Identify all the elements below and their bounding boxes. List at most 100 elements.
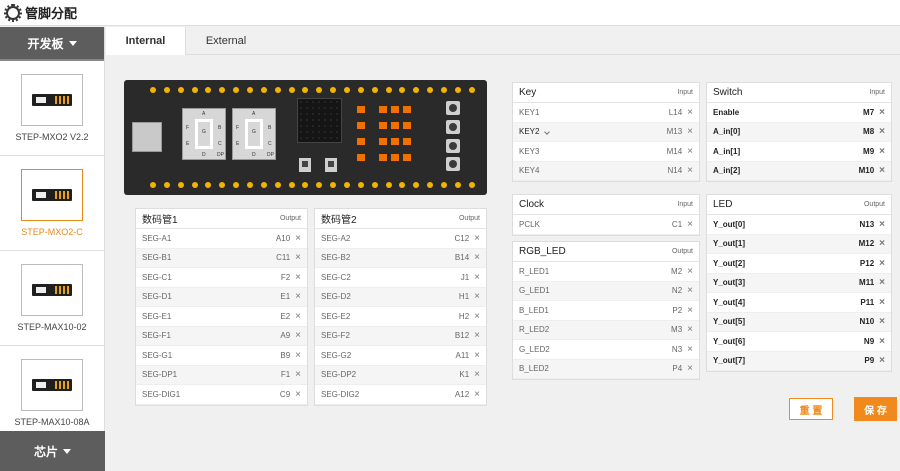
pin-row[interactable]: B_LED1 P2 ×	[513, 301, 699, 321]
pin-row[interactable]: A_in[0] M8 ×	[707, 122, 891, 142]
seven-segment-1[interactable]: A F G B E C D DP	[182, 108, 226, 160]
board-led[interactable]	[403, 154, 411, 161]
remove-icon[interactable]: ×	[295, 311, 301, 322]
remove-icon[interactable]: ×	[474, 330, 480, 341]
pin-row[interactable]: KEY1 L14 ×	[513, 103, 699, 123]
pin-row[interactable]: SEG-C1 F2 ×	[136, 268, 307, 288]
pin-row[interactable]: KEY3 M14 ×	[513, 142, 699, 162]
remove-icon[interactable]: ×	[474, 233, 480, 244]
remove-icon[interactable]: ×	[474, 252, 480, 263]
remove-icon[interactable]: ×	[295, 291, 301, 302]
remove-icon[interactable]: ×	[687, 146, 693, 157]
pin-row[interactable]: SEG-C2 J1 ×	[315, 268, 486, 288]
remove-icon[interactable]: ×	[879, 165, 885, 176]
pin-row[interactable]: Y_out[6] N9 ×	[707, 332, 891, 352]
remove-icon[interactable]: ×	[687, 219, 693, 230]
tab-internal[interactable]: Internal	[106, 27, 186, 55]
pin-row[interactable]: A_in[1] M9 ×	[707, 142, 891, 162]
remove-icon[interactable]: ×	[295, 252, 301, 263]
remove-icon[interactable]: ×	[295, 330, 301, 341]
pin-row[interactable]: Y_out[5] N10 ×	[707, 312, 891, 332]
remove-icon[interactable]: ×	[295, 233, 301, 244]
board-led[interactable]	[357, 138, 365, 145]
remove-icon[interactable]: ×	[474, 389, 480, 400]
remove-icon[interactable]: ×	[687, 363, 693, 374]
pin-row[interactable]: SEG-B2 B14 ×	[315, 248, 486, 268]
pin-row[interactable]: KEY2 M13 ×	[513, 122, 699, 142]
remove-icon[interactable]: ×	[687, 285, 693, 296]
pin-row[interactable]: SEG-E1 E2 ×	[136, 307, 307, 327]
remove-icon[interactable]: ×	[879, 107, 885, 118]
pin-row[interactable]: SEG-G1 B9 ×	[136, 346, 307, 366]
board-key-1[interactable]	[446, 101, 460, 115]
board-led[interactable]	[403, 106, 411, 113]
remove-icon[interactable]: ×	[687, 305, 693, 316]
remove-icon[interactable]: ×	[295, 350, 301, 361]
remove-icon[interactable]: ×	[295, 369, 301, 380]
board-led[interactable]	[357, 154, 365, 161]
remove-icon[interactable]: ×	[295, 272, 301, 283]
pin-row[interactable]: Y_out[1] M12 ×	[707, 234, 891, 254]
pin-row[interactable]: PCLK C1 ×	[513, 215, 699, 235]
remove-icon[interactable]: ×	[474, 272, 480, 283]
pin-row[interactable]: KEY4 N14 ×	[513, 161, 699, 181]
remove-icon[interactable]: ×	[474, 311, 480, 322]
pin-row[interactable]: G_LED1 N2 ×	[513, 281, 699, 301]
pin-row[interactable]: R_LED1 M2 ×	[513, 262, 699, 282]
board-led[interactable]	[357, 122, 365, 129]
save-button[interactable]: 保 存	[854, 397, 897, 421]
board-led[interactable]	[391, 122, 399, 129]
pin-row[interactable]: SEG-D2 H1 ×	[315, 287, 486, 307]
reset-button[interactable]: 重 置	[789, 398, 833, 420]
remove-icon[interactable]: ×	[879, 258, 885, 269]
board-key-3[interactable]	[446, 139, 460, 153]
board-led[interactable]	[379, 122, 387, 129]
remove-icon[interactable]: ×	[879, 355, 885, 366]
remove-icon[interactable]: ×	[474, 369, 480, 380]
pin-row[interactable]: SEG-F2 B12 ×	[315, 326, 486, 346]
board-key-2[interactable]	[446, 120, 460, 134]
pin-row[interactable]: SEG-F1 A9 ×	[136, 326, 307, 346]
board-led[interactable]	[379, 106, 387, 113]
remove-icon[interactable]: ×	[474, 350, 480, 361]
board-led[interactable]	[391, 154, 399, 161]
chip-category-dropdown[interactable]: 芯片	[0, 431, 105, 471]
board-led[interactable]	[391, 106, 399, 113]
rgb-led-2[interactable]	[325, 158, 337, 172]
board-led[interactable]	[403, 138, 411, 145]
remove-icon[interactable]: ×	[879, 238, 885, 249]
pin-row[interactable]: SEG-G2 A11 ×	[315, 346, 486, 366]
rgb-led-1[interactable]	[299, 158, 311, 172]
board-led[interactable]	[391, 138, 399, 145]
pin-row[interactable]: Y_out[7] P9 ×	[707, 351, 891, 371]
remove-icon[interactable]: ×	[687, 324, 693, 335]
remove-icon[interactable]: ×	[474, 291, 480, 302]
board-key-4[interactable]	[446, 157, 460, 171]
pin-row[interactable]: SEG-D1 E1 ×	[136, 287, 307, 307]
pin-row[interactable]: SEG-B1 C11 ×	[136, 248, 307, 268]
remove-icon[interactable]: ×	[687, 344, 693, 355]
remove-icon[interactable]: ×	[879, 219, 885, 230]
pin-row[interactable]: SEG-DIG1 C9 ×	[136, 385, 307, 405]
pin-row[interactable]: Y_out[2] P12 ×	[707, 254, 891, 274]
pin-row[interactable]: SEG-A1 A10 ×	[136, 229, 307, 249]
remove-icon[interactable]: ×	[687, 165, 693, 176]
remove-icon[interactable]: ×	[879, 277, 885, 288]
pin-row[interactable]: SEG-E2 H2 ×	[315, 307, 486, 327]
remove-icon[interactable]: ×	[687, 107, 693, 118]
pin-row[interactable]: SEG-DP2 K1 ×	[315, 365, 486, 385]
pin-row[interactable]: G_LED2 N3 ×	[513, 340, 699, 360]
seven-segment-2[interactable]: A F G B E C D DP	[232, 108, 276, 160]
remove-icon[interactable]: ×	[879, 126, 885, 137]
pin-row[interactable]: Y_out[0] N13 ×	[707, 215, 891, 235]
board-led[interactable]	[403, 122, 411, 129]
pin-row[interactable]: SEG-DP1 F1 ×	[136, 365, 307, 385]
tab-external[interactable]: External	[186, 27, 266, 55]
board-item[interactable]: STEP-MXO2-C	[0, 156, 104, 251]
board-item[interactable]: STEP-MAX10-08A	[0, 346, 104, 441]
board-item[interactable]: STEP-MXO2 V2.2	[0, 61, 104, 156]
board-led[interactable]	[379, 154, 387, 161]
remove-icon[interactable]: ×	[879, 336, 885, 347]
board-led[interactable]	[379, 138, 387, 145]
remove-icon[interactable]: ×	[879, 316, 885, 327]
